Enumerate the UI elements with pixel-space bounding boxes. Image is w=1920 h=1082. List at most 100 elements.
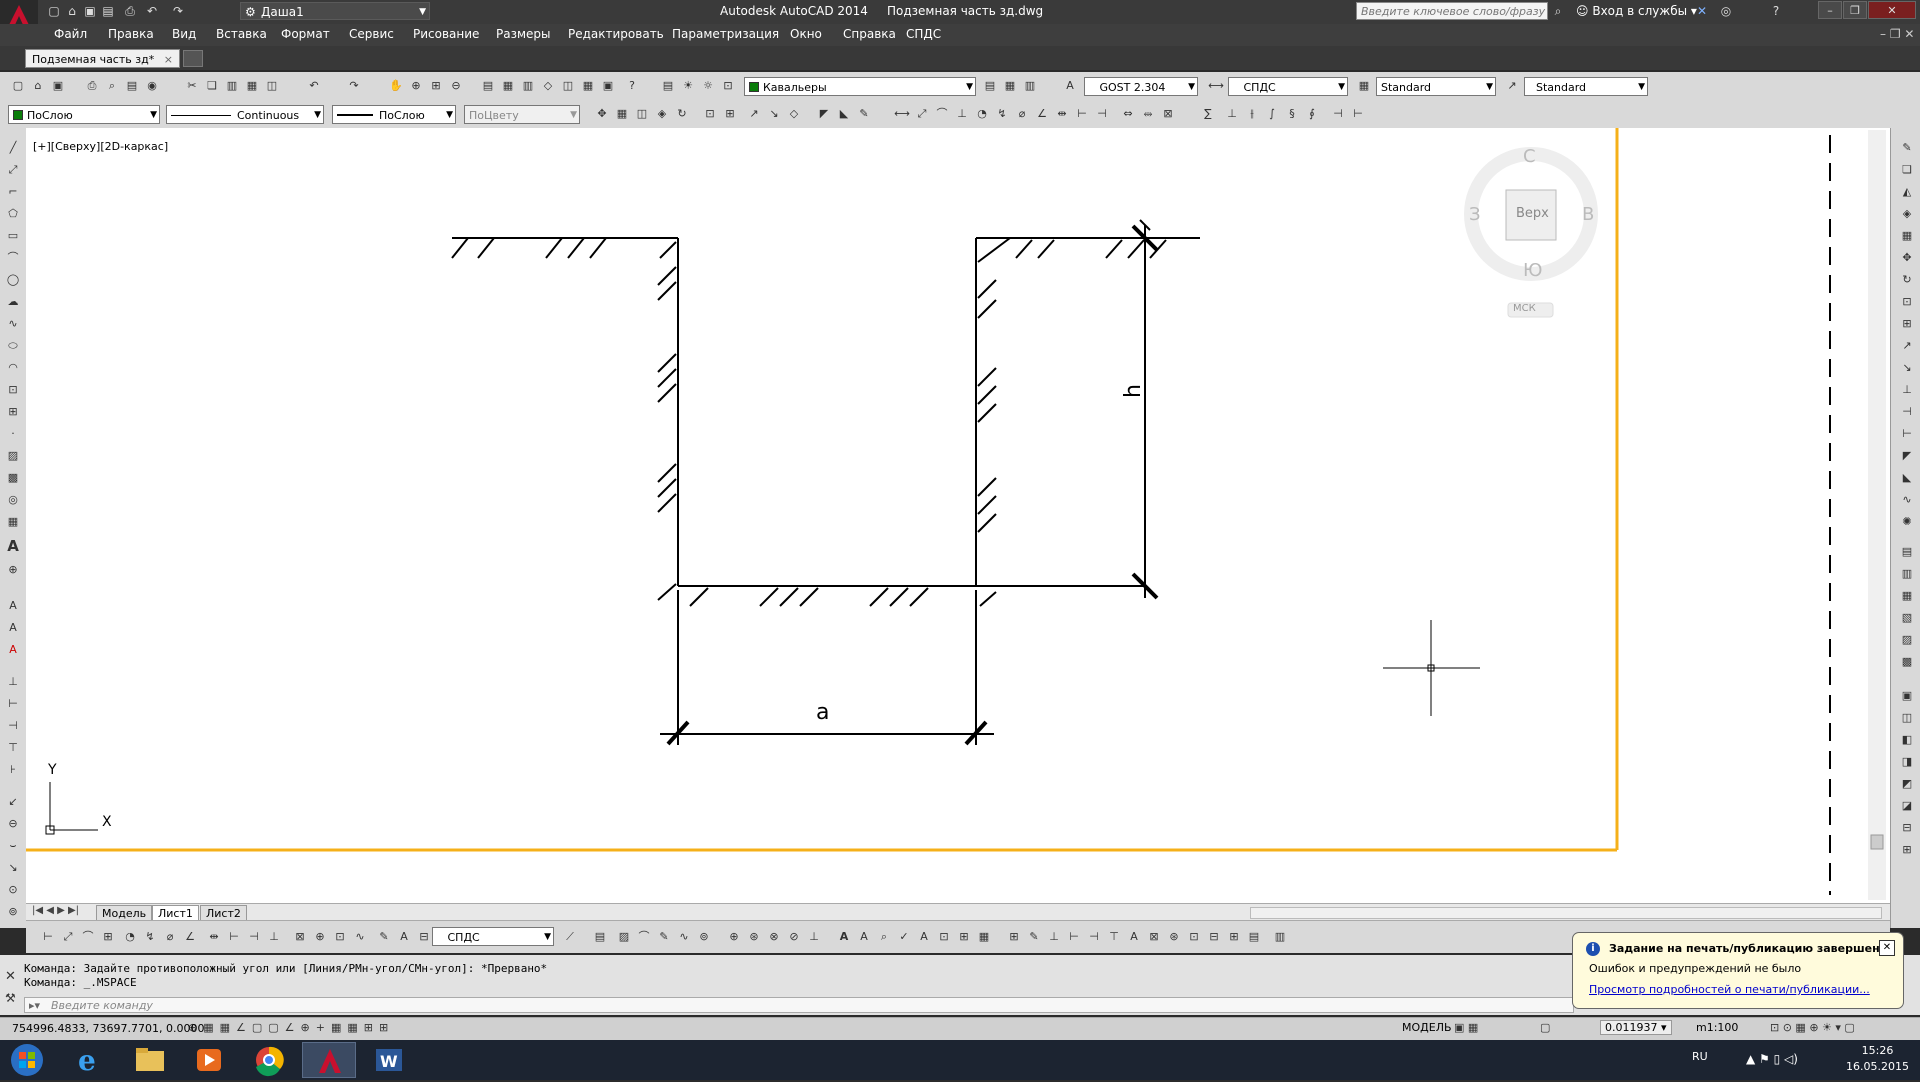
explode-object-icon[interactable]: ✺ bbox=[1899, 514, 1915, 530]
tolerance-icon[interactable]: ⊠ bbox=[1160, 106, 1176, 122]
text-single-icon[interactable]: A bbox=[5, 598, 21, 614]
mleader-style-icon[interactable]: ↗ bbox=[1504, 78, 1520, 94]
close-command-icon[interactable]: ✕ bbox=[5, 969, 16, 984]
spds-bottom-icon-3[interactable]: ⌒ bbox=[636, 929, 652, 945]
tool-palettes-icon[interactable]: ▥ bbox=[520, 78, 536, 94]
save-icon-2[interactable]: ▣ bbox=[50, 78, 66, 94]
baseline-bottom-icon[interactable]: ⊢ bbox=[226, 929, 242, 945]
stretch-object-icon[interactable]: ⊞ bbox=[1899, 316, 1915, 332]
lock-icon[interactable]: ⊡ bbox=[720, 78, 736, 94]
copy-object-icon[interactable]: ❏ bbox=[1899, 162, 1915, 178]
dim-radius-icon[interactable]: ◔ bbox=[974, 106, 990, 122]
dim-space-bottom-icon[interactable]: ⊥ bbox=[266, 929, 282, 945]
viewport-label[interactable]: [+][Сверху][2D-каркас] bbox=[33, 140, 168, 153]
offset-icon[interactable]: ◈ bbox=[654, 106, 670, 122]
spds-icon-7[interactable]: ⊣ bbox=[1330, 106, 1346, 122]
dim-arc-icon[interactable]: ⌒ bbox=[934, 106, 950, 122]
copy-icon[interactable]: ❏ bbox=[204, 78, 220, 94]
view-icon-1[interactable]: ▤ bbox=[1899, 544, 1915, 560]
spds-icon-4[interactable]: ∫ bbox=[1264, 106, 1280, 122]
spds-bottom-icon-15[interactable]: ⊢ bbox=[1066, 929, 1082, 945]
3d-print-icon[interactable]: ◉ bbox=[144, 78, 160, 94]
spds-bottom-icon-2[interactable]: ▨ bbox=[616, 929, 632, 945]
help-icon[interactable]: ? bbox=[1768, 3, 1784, 19]
modify-move-icon[interactable]: ✥ bbox=[594, 106, 610, 122]
dim-baseline-icon[interactable]: ⊢ bbox=[1074, 106, 1090, 122]
region-icon[interactable]: ◎ bbox=[5, 492, 21, 508]
insert-block-icon[interactable]: ⊡ bbox=[5, 382, 21, 398]
dim-ordinate-icon[interactable]: ⊥ bbox=[954, 106, 970, 122]
spds-icon-2[interactable]: ⊥ bbox=[1224, 106, 1240, 122]
spds-left-icon-11[interactable]: ⊚ bbox=[5, 904, 21, 920]
dim-style-dropdown[interactable]: СПДС ▼ bbox=[1228, 77, 1348, 96]
spds-bottom-icon-7[interactable]: ⊕ bbox=[726, 929, 742, 945]
spds-left-icon-7[interactable]: ⊖ bbox=[5, 816, 21, 832]
dim-style-manager-icon[interactable]: ⟋ bbox=[562, 929, 578, 945]
blend-icon[interactable]: ∿ bbox=[1899, 492, 1915, 508]
continue-bottom-icon[interactable]: ⊣ bbox=[246, 929, 262, 945]
menu-draw[interactable]: Рисование bbox=[413, 27, 479, 41]
undo-icon[interactable]: ↶ bbox=[144, 3, 160, 19]
system-clock[interactable]: 15:26 16.05.2015 bbox=[1846, 1043, 1909, 1075]
menu-modify[interactable]: Редактировать bbox=[568, 27, 664, 41]
balloon-details-link[interactable]: Просмотр подробностей о печати/публикаци… bbox=[1589, 983, 1870, 996]
mirror-object-icon[interactable]: ◭ bbox=[1899, 184, 1915, 200]
stretch-icon[interactable]: ⊞ bbox=[722, 106, 738, 122]
minimize-button[interactable]: – bbox=[1818, 1, 1842, 19]
maximize-button[interactable]: ❐ bbox=[1843, 1, 1867, 19]
make-current-icon[interactable]: ▦ bbox=[1002, 78, 1018, 94]
menu-tools[interactable]: Сервис bbox=[349, 27, 394, 41]
spell-check-bottom-icon[interactable]: ✓ bbox=[896, 929, 912, 945]
drawing-viewport[interactable]: [+][Сверху][2D-каркас] a h Y X С Ю З В В… bbox=[26, 128, 1890, 903]
taskbar-explorer[interactable] bbox=[122, 1042, 176, 1078]
hatch-icon[interactable]: ▨ bbox=[5, 448, 21, 464]
text-edit-bottom-icon[interactable]: A bbox=[856, 929, 872, 945]
polygon-icon[interactable]: ⬠ bbox=[5, 206, 21, 222]
rectangle-icon[interactable]: ▭ bbox=[5, 228, 21, 244]
pan-icon[interactable]: ✋ bbox=[388, 78, 404, 94]
redo-icon-2[interactable]: ↷ bbox=[346, 78, 362, 94]
view-icon-10[interactable]: ◨ bbox=[1899, 754, 1915, 770]
spds-bottom-icon-5[interactable]: ∿ bbox=[676, 929, 692, 945]
taskbar-word[interactable]: W bbox=[362, 1042, 416, 1078]
fillet-icon[interactable]: ◣ bbox=[836, 106, 852, 122]
properties-icon[interactable]: ▤ bbox=[480, 78, 496, 94]
spds-bottom-icon-19[interactable]: ⊠ bbox=[1146, 929, 1162, 945]
binoculars-icon[interactable]: ⌕ bbox=[1550, 3, 1566, 19]
spds-bottom-icon-17[interactable]: ⊤ bbox=[1106, 929, 1122, 945]
model-space-button[interactable]: МОДЕЛЬ bbox=[1402, 1021, 1452, 1034]
match-properties-icon[interactable]: ▦ bbox=[244, 78, 260, 94]
spds-bottom-icon-13[interactable]: ✎ bbox=[1026, 929, 1042, 945]
viewcube-south[interactable]: Ю bbox=[1523, 260, 1542, 281]
view-icon-7[interactable]: ▣ bbox=[1899, 688, 1915, 704]
move-icon[interactable]: ✥ bbox=[1899, 250, 1915, 266]
taskbar-ie[interactable]: e bbox=[62, 1042, 116, 1078]
dim-continue-icon[interactable]: ⊣ bbox=[1094, 106, 1110, 122]
table-style-dropdown[interactable]: Standard ▼ bbox=[1376, 77, 1496, 96]
viewcube-west[interactable]: З bbox=[1469, 204, 1481, 225]
join-icon[interactable]: ⊢ bbox=[1899, 426, 1915, 442]
menu-dimension[interactable]: Размеры bbox=[496, 27, 551, 41]
arc-icon[interactable]: ⌒ bbox=[5, 250, 21, 266]
view-icon-11[interactable]: ◩ bbox=[1899, 776, 1915, 792]
dim-aligned-bottom-icon[interactable]: ⤢ bbox=[60, 929, 76, 945]
menu-format[interactable]: Формат bbox=[281, 27, 330, 41]
sheet-set-icon[interactable]: ◇ bbox=[540, 78, 556, 94]
layer-previous-icon[interactable]: ▤ bbox=[982, 78, 998, 94]
jogged-linear-bottom-icon[interactable]: ∿ bbox=[352, 929, 368, 945]
linetype-dropdown[interactable]: Continuous ▼ bbox=[166, 105, 324, 124]
break-object-icon[interactable]: ⊣ bbox=[1899, 404, 1915, 420]
center-mark-bottom-icon[interactable]: ⊕ bbox=[312, 929, 328, 945]
find-text-bottom-icon[interactable]: ⌕ bbox=[876, 929, 892, 945]
menu-spds[interactable]: СПДС bbox=[906, 27, 941, 41]
doc-window-controls[interactable]: – ❐ ✕ bbox=[1880, 27, 1914, 41]
color-dropdown[interactable]: ПоСлою ▼ bbox=[8, 105, 160, 124]
wrench-icon[interactable]: ⚒ bbox=[5, 991, 16, 1005]
spds-left-icon-5[interactable]: ⊦ bbox=[5, 762, 21, 778]
extend-icon[interactable]: ↘ bbox=[766, 106, 782, 122]
explode-icon[interactable]: ✎ bbox=[856, 106, 872, 122]
cut-icon[interactable]: ✂ bbox=[184, 78, 200, 94]
quick-dim-bottom-icon[interactable]: ⇹ bbox=[206, 929, 222, 945]
fillet-object-icon[interactable]: ◣ bbox=[1899, 470, 1915, 486]
text-style-bottom-icon[interactable]: A bbox=[836, 929, 852, 945]
